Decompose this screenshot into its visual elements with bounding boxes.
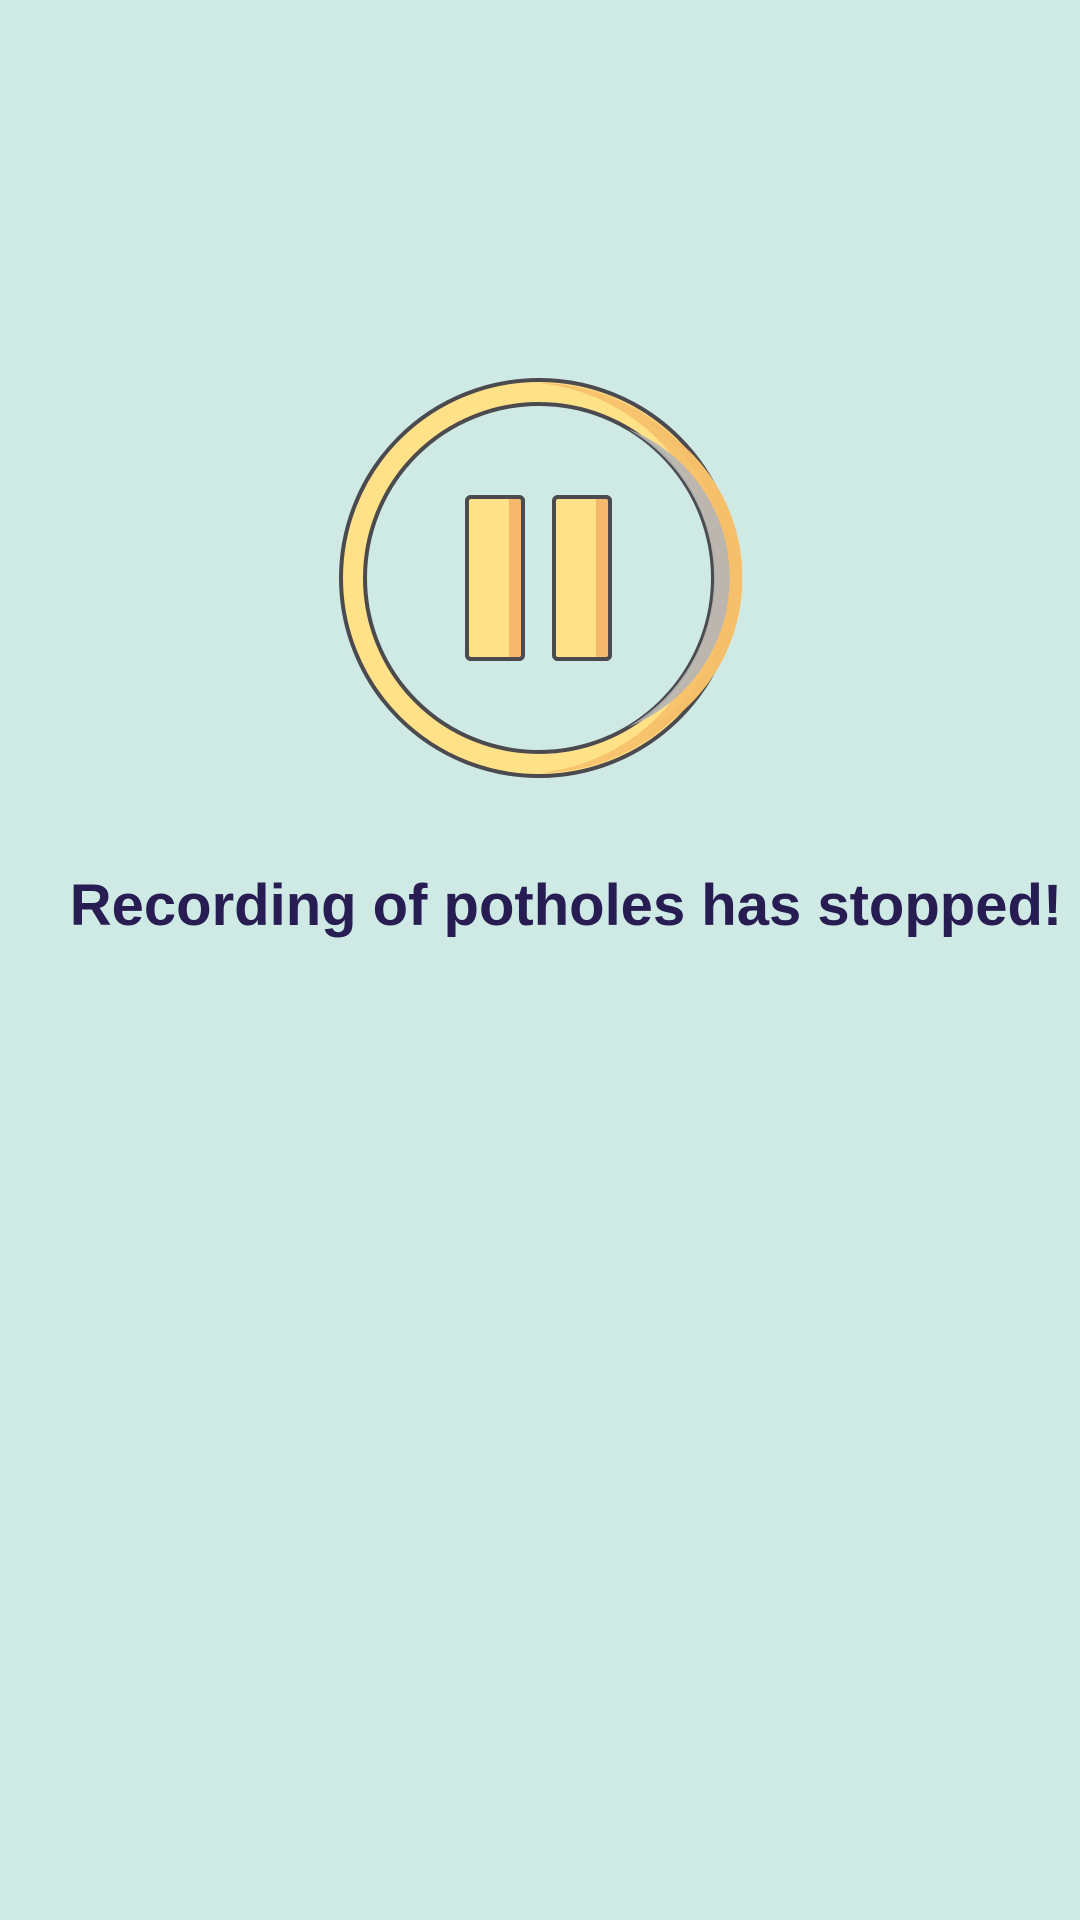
- recording-stopped-screen: Recording of potholes has stopped!: [0, 0, 1080, 1920]
- pause-icon: [336, 375, 742, 781]
- recording-stopped-message: Recording of potholes has stopped!: [69, 873, 1063, 938]
